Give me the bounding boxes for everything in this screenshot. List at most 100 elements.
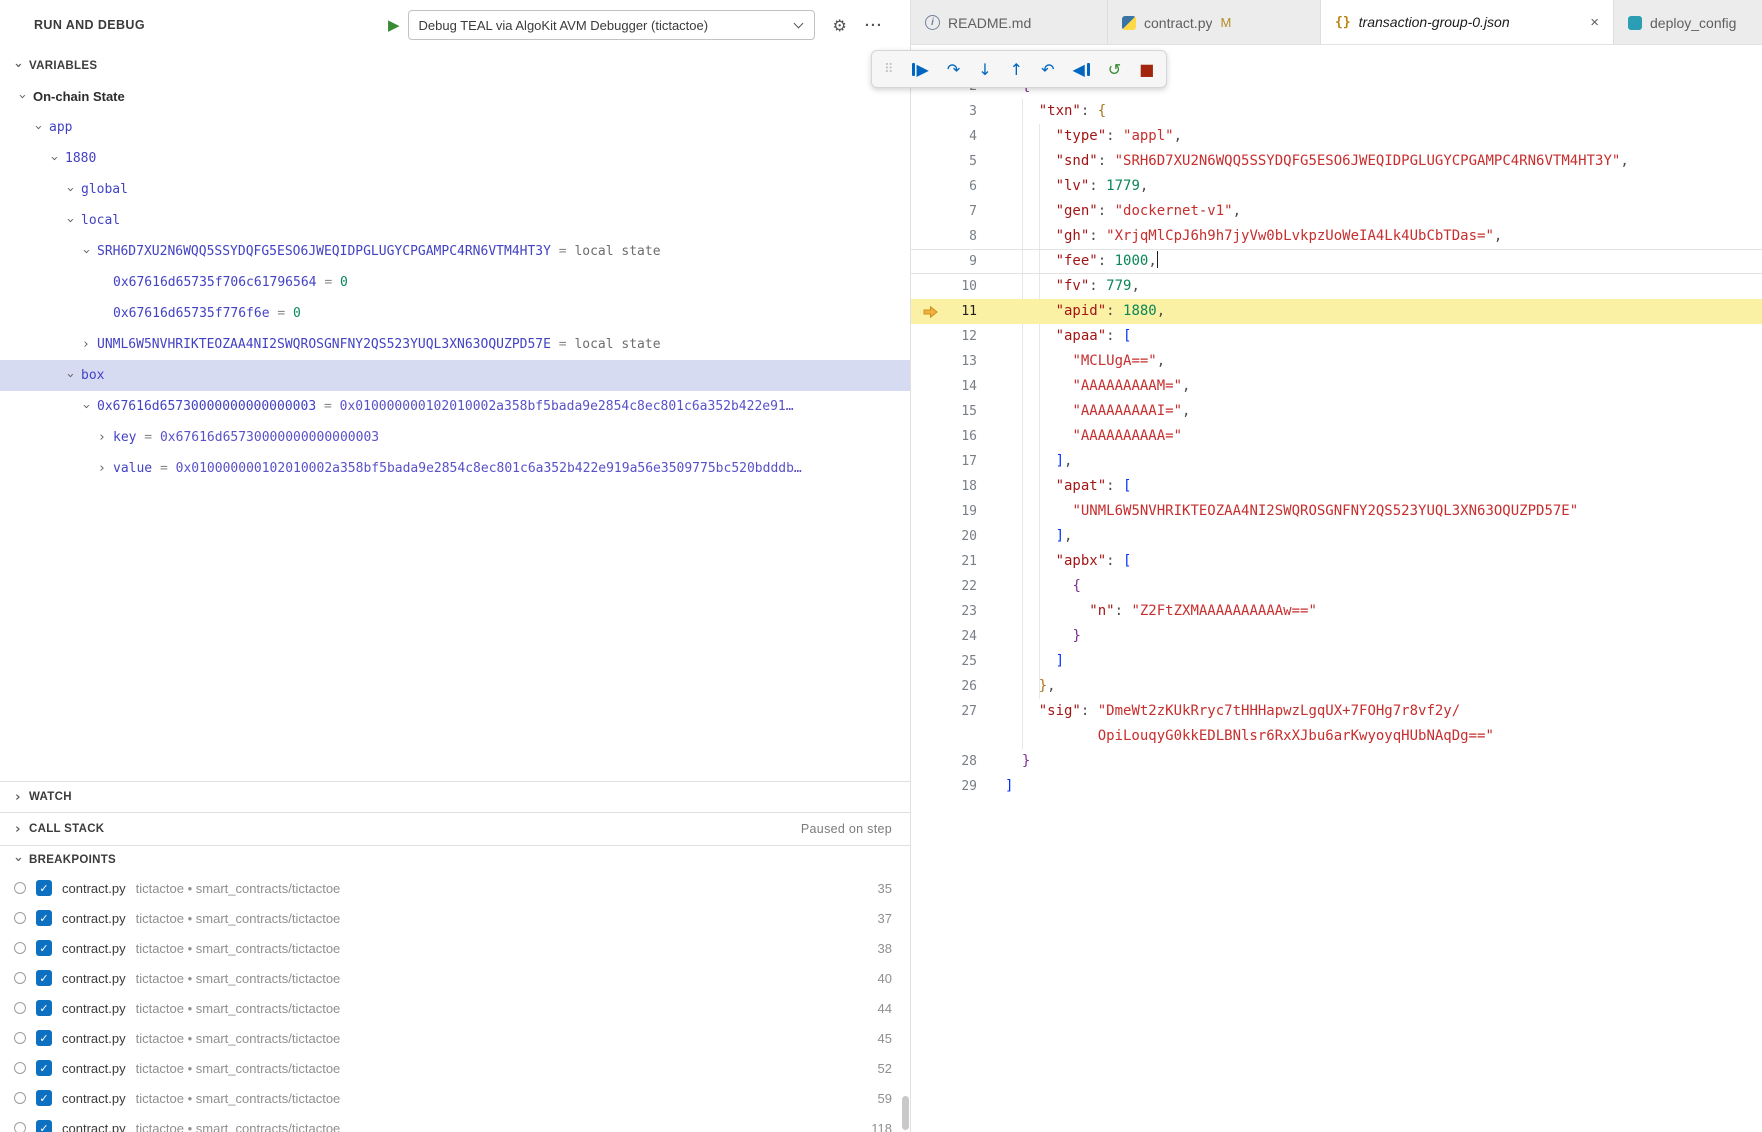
chevron-down-icon[interactable]: › xyxy=(79,399,94,415)
breakpoint-checkbox[interactable]: ✓ xyxy=(36,880,52,896)
chevron-down-icon xyxy=(793,19,803,29)
breakpoint-checkbox[interactable]: ✓ xyxy=(36,1030,52,1046)
breakpoint-row[interactable]: ✓contract.pytictactoe • smart_contracts/… xyxy=(0,1083,910,1113)
tree-item[interactable]: ›SRH6D7XU2N6WQQ5SSYDQFG5ESO6JWEQIDPGLUGY… xyxy=(0,236,910,267)
tab-transaction-group-0.json[interactable]: {}transaction-group-0.json× xyxy=(1321,0,1614,45)
code-line[interactable]: 4 "type": "appl", xyxy=(911,124,1762,149)
tree-item[interactable]: ›On-chain State xyxy=(0,81,910,112)
tree-item[interactable]: ›app xyxy=(0,112,910,143)
tree-item[interactable]: ›local xyxy=(0,205,910,236)
variables-section-header[interactable]: › VARIABLES xyxy=(0,50,910,81)
code-line[interactable]: 5 "snd": "SRH6D7XU2N6WQQ5SSYDQFG5ESO6JWE… xyxy=(911,149,1762,174)
code-line[interactable]: 17 ], xyxy=(911,449,1762,474)
watch-section-header[interactable]: › WATCH xyxy=(0,781,910,812)
code-text: ], xyxy=(1005,524,1072,549)
chevron-right-icon[interactable]: › xyxy=(94,461,110,476)
breakpoint-checkbox[interactable]: ✓ xyxy=(36,1090,52,1106)
breakpoint-checkbox[interactable]: ✓ xyxy=(36,970,52,986)
chevron-right-icon[interactable]: › xyxy=(94,430,110,445)
equals-sign: = xyxy=(551,337,574,352)
close-icon[interactable]: × xyxy=(1590,14,1599,31)
reverse-continue-icon[interactable]: ◀ xyxy=(1072,60,1089,79)
code-line[interactable]: 10 "fv": 779, xyxy=(911,274,1762,299)
code-line[interactable]: 24 } xyxy=(911,624,1762,649)
code-line[interactable]: 13 "MCLUgA==", xyxy=(911,349,1762,374)
start-debug-button[interactable]: ▶ xyxy=(388,16,400,34)
breakpoint-row[interactable]: ✓contract.pytictactoe • smart_contracts/… xyxy=(0,1113,910,1132)
code-line[interactable]: 19 "UNML6W5NVHRIKTEOZAA4NI2SWQROSGNFNY2Q… xyxy=(911,499,1762,524)
code-line[interactable]: 8 "gh": "XrjqMlCpJ6h9h7jyVw0bLvkpzUoWeIA… xyxy=(911,224,1762,249)
code-line[interactable]: 25 ] xyxy=(911,649,1762,674)
line-number: 17 xyxy=(941,449,977,474)
debug-config-dropdown[interactable]: Debug TEAL via AlgoKit AVM Debugger (tic… xyxy=(408,10,815,40)
sidebar-scrollbar[interactable] xyxy=(902,1096,909,1130)
step-into-icon[interactable]: ↓ xyxy=(978,60,991,79)
restart-icon[interactable]: ↺ xyxy=(1108,60,1121,79)
code-line[interactable]: 16 "AAAAAAAAAA=" xyxy=(911,424,1762,449)
tab-deploy_config[interactable]: deploy_config xyxy=(1614,0,1762,45)
code-line[interactable]: 28 } xyxy=(911,749,1762,774)
code-line[interactable]: 18 "apat": [ xyxy=(911,474,1762,499)
code-line[interactable]: 21 "apbx": [ xyxy=(911,549,1762,574)
breakpoint-checkbox[interactable]: ✓ xyxy=(36,1060,52,1076)
continue-icon[interactable]: ▶ xyxy=(912,60,929,79)
breakpoint-row[interactable]: ✓contract.pytictactoe • smart_contracts/… xyxy=(0,963,910,993)
chevron-down-icon[interactable]: › xyxy=(63,213,78,229)
breakpoint-checkbox[interactable]: ✓ xyxy=(36,910,52,926)
tree-item[interactable]: ›0x67616d65730000000000000003 = 0x010000… xyxy=(0,391,910,422)
chevron-down-icon[interactable]: › xyxy=(31,120,46,136)
breakpoint-checkbox[interactable]: ✓ xyxy=(36,1120,52,1132)
drag-handle-icon[interactable]: ⠿ xyxy=(884,62,894,77)
breakpoint-row[interactable]: ✓contract.pytictactoe • smart_contracts/… xyxy=(0,1053,910,1083)
stop-icon[interactable]: ■ xyxy=(1139,60,1154,79)
code-line[interactable]: 22 { xyxy=(911,574,1762,599)
breakpoint-row[interactable]: ✓contract.pytictactoe • smart_contracts/… xyxy=(0,933,910,963)
run-and-debug-sidebar: RUN AND DEBUG ▶ Debug TEAL via AlgoKit A… xyxy=(0,0,910,1132)
breakpoint-row[interactable]: ✓contract.pytictactoe • smart_contracts/… xyxy=(0,873,910,903)
gutter-gap xyxy=(977,449,1005,474)
tab-README.md[interactable]: iREADME.md xyxy=(911,0,1108,45)
breakpoint-row[interactable]: ✓contract.pytictactoe • smart_contracts/… xyxy=(0,903,910,933)
tab-contract.py[interactable]: contract.pyM xyxy=(1108,0,1321,45)
tree-item[interactable]: ›1880 xyxy=(0,143,910,174)
sidebar-header: RUN AND DEBUG ▶ Debug TEAL via AlgoKit A… xyxy=(0,0,910,50)
code-line[interactable]: 20 ], xyxy=(911,524,1762,549)
code-line[interactable]: 3 "txn": { xyxy=(911,99,1762,124)
code-line[interactable]: 15 "AAAAAAAAAI=", xyxy=(911,399,1762,424)
gear-icon[interactable]: ⚙ xyxy=(833,16,847,35)
tree-item[interactable]: ›global xyxy=(0,174,910,205)
code-line[interactable]: 7 "gen": "dockernet-v1", xyxy=(911,199,1762,224)
tree-item[interactable]: ›box xyxy=(0,360,910,391)
more-actions-icon[interactable]: ··· xyxy=(865,17,883,34)
breakpoints-section-header[interactable]: › BREAKPOINTS xyxy=(0,845,910,873)
breakpoint-row[interactable]: ✓contract.pytictactoe • smart_contracts/… xyxy=(0,1023,910,1053)
code-line[interactable]: 23 "n": "Z2FtZXMAAAAAAAAAAw==" xyxy=(911,599,1762,624)
breakpoint-checkbox[interactable]: ✓ xyxy=(36,940,52,956)
tree-item[interactable]: 0x67616d65735f706c61796564 = 0 xyxy=(0,267,910,298)
chevron-down-icon[interactable]: › xyxy=(79,244,94,260)
step-over-icon[interactable]: ↷ xyxy=(947,60,960,79)
code-line[interactable]: 6 "lv": 1779, xyxy=(911,174,1762,199)
code-line[interactable]: 29] xyxy=(911,774,1762,799)
tree-item[interactable]: ›UNML6W5NVHRIKTEOZAA4NI2SWQROSGNFNY2QS52… xyxy=(0,329,910,360)
code-line[interactable]: OpiLouqyG0kkEDLBNlsr6RxXJbu6arKwyoyqHUbN… xyxy=(911,724,1762,749)
breakpoint-checkbox[interactable]: ✓ xyxy=(36,1000,52,1016)
code-line[interactable]: 12 "apaa": [ xyxy=(911,324,1762,349)
chevron-down-icon[interactable]: › xyxy=(63,182,78,198)
chevron-right-icon[interactable]: › xyxy=(78,337,94,352)
code-line[interactable]: 9 "fee": 1000, xyxy=(911,249,1762,274)
step-back-icon[interactable]: ↶ xyxy=(1041,60,1054,79)
tree-item[interactable]: ›key = 0x67616d65730000000000000003 xyxy=(0,422,910,453)
chevron-down-icon[interactable]: › xyxy=(47,151,62,167)
step-out-icon[interactable]: ↑ xyxy=(1010,60,1023,79)
breakpoint-row[interactable]: ✓contract.pytictactoe • smart_contracts/… xyxy=(0,993,910,1023)
call-stack-section-header[interactable]: › CALL STACK Paused on step xyxy=(0,812,910,845)
code-line[interactable]: 11 "apid": 1880, xyxy=(911,299,1762,324)
tree-item[interactable]: 0x67616d65735f776f6e = 0 xyxy=(0,298,910,329)
code-line[interactable]: 14 "AAAAAAAAAM=", xyxy=(911,374,1762,399)
code-line[interactable]: 26 }, xyxy=(911,674,1762,699)
chevron-down-icon[interactable]: › xyxy=(15,89,30,105)
tree-item[interactable]: ›value = 0x010000000102010002a358bf5bada… xyxy=(0,453,910,484)
code-line[interactable]: 27 "sig": "DmeWt2zKUkRryc7tHHHapwzLgqUX+… xyxy=(911,699,1762,724)
chevron-down-icon[interactable]: › xyxy=(63,368,78,384)
